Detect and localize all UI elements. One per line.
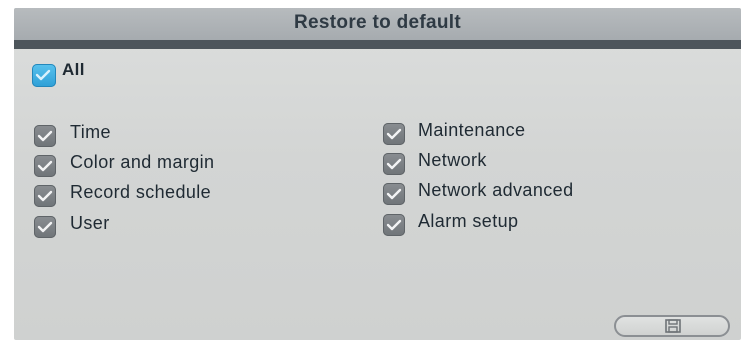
checkmark-icon xyxy=(37,190,53,202)
header-divider xyxy=(14,40,741,49)
restore-default-dialog: Restore to default All Time Color and ma… xyxy=(14,8,741,340)
color-and-margin-label: Color and margin xyxy=(70,152,215,172)
checkmark-icon xyxy=(35,69,51,81)
all-label: All xyxy=(62,60,85,79)
save-icon xyxy=(665,319,681,333)
time-label: Time xyxy=(70,122,111,142)
save-button[interactable] xyxy=(614,315,730,337)
maintenance-label: Maintenance xyxy=(418,120,526,140)
alarm-setup-label: Alarm setup xyxy=(418,211,519,231)
maintenance-checkbox[interactable] xyxy=(383,123,405,145)
network-advanced-checkbox[interactable] xyxy=(383,183,405,205)
record-schedule-checkbox[interactable] xyxy=(34,185,56,207)
alarm-setup-checkbox[interactable] xyxy=(383,214,405,236)
checkmark-icon xyxy=(37,221,53,233)
network-advanced-label: Network advanced xyxy=(418,180,574,200)
checkmark-icon xyxy=(386,128,402,140)
time-checkbox[interactable] xyxy=(34,125,56,147)
color-and-margin-checkbox[interactable] xyxy=(34,155,56,177)
record-schedule-label: Record schedule xyxy=(70,182,212,202)
all-checkbox[interactable] xyxy=(32,64,56,87)
network-checkbox[interactable] xyxy=(383,153,405,175)
checkmark-icon xyxy=(37,130,53,142)
checkmark-icon xyxy=(37,160,53,172)
checkmark-icon xyxy=(386,158,402,170)
checkmark-icon xyxy=(386,188,402,200)
user-label: User xyxy=(70,213,110,233)
user-checkbox[interactable] xyxy=(34,216,56,238)
network-label: Network xyxy=(418,150,487,170)
dialog-title: Restore to default xyxy=(294,12,461,33)
checkmark-icon xyxy=(386,219,402,231)
dialog-header: Restore to default xyxy=(14,8,741,40)
